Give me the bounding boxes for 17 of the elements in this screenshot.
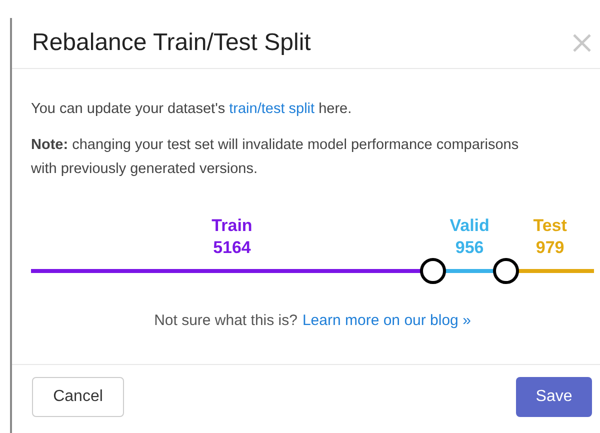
slider-handle[interactable] bbox=[420, 258, 446, 284]
split-count: 956 bbox=[455, 237, 484, 259]
split-count: 979 bbox=[536, 237, 564, 259]
split-count: 5164 bbox=[213, 237, 251, 259]
intro-text: You can update your dataset's train/test split here. bbox=[31, 100, 353, 119]
note-text: Note: changing your test set will invalidate model performance comparisons with previously generated versions. bbox=[31, 136, 520, 179]
slider-handle[interactable] bbox=[493, 258, 520, 284]
split-link[interactable]: train/test split bbox=[229, 101, 315, 117]
blog-link[interactable]: Learn more on our blog » bbox=[302, 312, 471, 329]
split-label: Valid bbox=[450, 215, 490, 237]
split-label: Train bbox=[212, 215, 252, 237]
split-label: Test bbox=[533, 215, 567, 237]
dialog-title: Rebalance Train/Test Split bbox=[32, 29, 311, 57]
split-slider-track[interactable] bbox=[31, 258, 594, 284]
cancel-button[interactable]: Cancel bbox=[32, 377, 124, 417]
help-text: Not sure what this is? bbox=[154, 312, 298, 329]
save-button[interactable]: Save bbox=[516, 377, 592, 417]
